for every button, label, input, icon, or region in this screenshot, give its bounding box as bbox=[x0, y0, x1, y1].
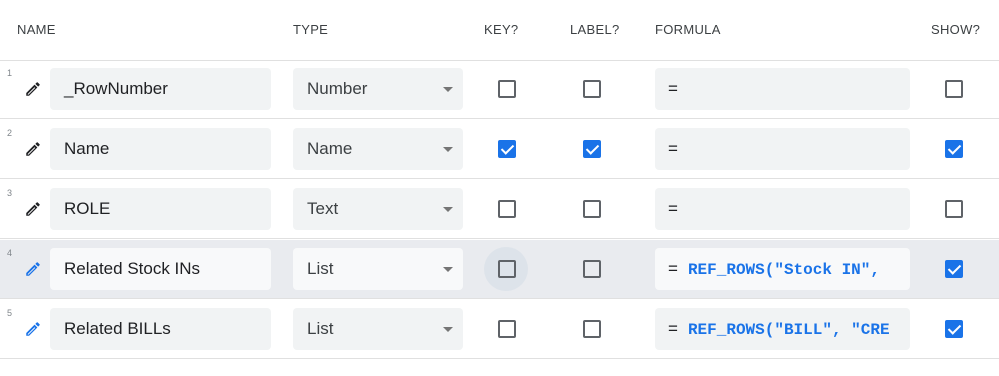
column-name-field[interactable]: _RowNumber bbox=[50, 68, 271, 110]
formula-field[interactable]: = bbox=[655, 128, 910, 170]
table-row: 3 ROLE Text = bbox=[0, 180, 999, 239]
show-checkbox[interactable] bbox=[945, 260, 963, 278]
pencil-icon[interactable] bbox=[24, 140, 42, 158]
key-checkbox[interactable] bbox=[498, 80, 516, 98]
show-checkbox[interactable] bbox=[945, 200, 963, 218]
caret-down-icon bbox=[443, 267, 453, 272]
column-name-field[interactable]: Related BILLs bbox=[50, 308, 271, 350]
row-number: 3 bbox=[7, 188, 13, 198]
formula-equals: = bbox=[668, 319, 678, 338]
header-label: LABEL? bbox=[570, 22, 620, 37]
column-type-value: Number bbox=[307, 79, 368, 98]
header-formula: FORMULA bbox=[655, 22, 721, 37]
formula-equals: = bbox=[668, 79, 678, 98]
table-row: 2 Name Name = bbox=[0, 120, 999, 179]
caret-down-icon bbox=[443, 327, 453, 332]
pencil-icon[interactable] bbox=[24, 320, 42, 338]
show-checkbox[interactable] bbox=[945, 80, 963, 98]
row-number: 4 bbox=[7, 248, 13, 258]
label-checkbox[interactable] bbox=[583, 80, 601, 98]
formula-field[interactable]: = REF_ROWS("BILL", "CRE bbox=[655, 308, 910, 350]
formula-equals: = bbox=[668, 139, 678, 158]
table-header: NAME TYPE KEY? LABEL? FORMULA SHOW? bbox=[0, 0, 999, 61]
row-number: 5 bbox=[7, 308, 13, 318]
caret-down-icon bbox=[443, 87, 453, 92]
label-checkbox[interactable] bbox=[583, 320, 601, 338]
formula-expression: REF_ROWS("Stock IN", bbox=[687, 261, 880, 279]
header-show: SHOW? bbox=[931, 22, 981, 37]
formula-expression: REF_ROWS("BILL", "CRE bbox=[687, 321, 890, 339]
caret-down-icon bbox=[443, 147, 453, 152]
column-name-field[interactable]: Related Stock INs bbox=[50, 248, 271, 290]
formula-field[interactable]: = bbox=[655, 188, 910, 230]
column-type-select[interactable]: List bbox=[293, 248, 463, 290]
caret-down-icon bbox=[443, 207, 453, 212]
column-type-select[interactable]: Number bbox=[293, 68, 463, 110]
show-checkbox[interactable] bbox=[945, 140, 963, 158]
row-number: 2 bbox=[7, 128, 13, 138]
formula-equals: = bbox=[668, 259, 678, 278]
table-row: 5 Related BILLs List = REF_ROWS("BILL", "… bbox=[0, 300, 999, 359]
pencil-icon[interactable] bbox=[24, 260, 42, 278]
key-checkbox[interactable] bbox=[498, 260, 516, 278]
formula-equals: = bbox=[668, 199, 678, 218]
key-checkbox[interactable] bbox=[498, 320, 516, 338]
header-type: TYPE bbox=[293, 22, 329, 37]
column-type-value: Name bbox=[307, 139, 353, 158]
column-type-value: List bbox=[307, 259, 334, 278]
column-type-select[interactable]: List bbox=[293, 308, 463, 350]
column-type-value: List bbox=[307, 319, 334, 338]
table-row: 1 _RowNumber Number = bbox=[0, 60, 999, 119]
formula-field[interactable]: = bbox=[655, 68, 910, 110]
table-row: 4 Related Stock INs List = REF_ROWS("Stoc… bbox=[0, 240, 999, 299]
header-name: NAME bbox=[17, 22, 56, 37]
show-checkbox[interactable] bbox=[945, 320, 963, 338]
pencil-icon[interactable] bbox=[24, 80, 42, 98]
formula-field[interactable]: = REF_ROWS("Stock IN", bbox=[655, 248, 910, 290]
key-checkbox[interactable] bbox=[498, 200, 516, 218]
column-type-select[interactable]: Text bbox=[293, 188, 463, 230]
row-number: 1 bbox=[7, 68, 13, 78]
label-checkbox[interactable] bbox=[583, 260, 601, 278]
pencil-icon[interactable] bbox=[24, 200, 42, 218]
header-key: KEY? bbox=[484, 22, 519, 37]
column-type-value: Text bbox=[307, 199, 339, 218]
column-name-field[interactable]: Name bbox=[50, 128, 271, 170]
label-checkbox[interactable] bbox=[583, 140, 601, 158]
column-type-select[interactable]: Name bbox=[293, 128, 463, 170]
label-checkbox[interactable] bbox=[583, 200, 601, 218]
column-name-field[interactable]: ROLE bbox=[50, 188, 271, 230]
key-checkbox[interactable] bbox=[498, 140, 516, 158]
